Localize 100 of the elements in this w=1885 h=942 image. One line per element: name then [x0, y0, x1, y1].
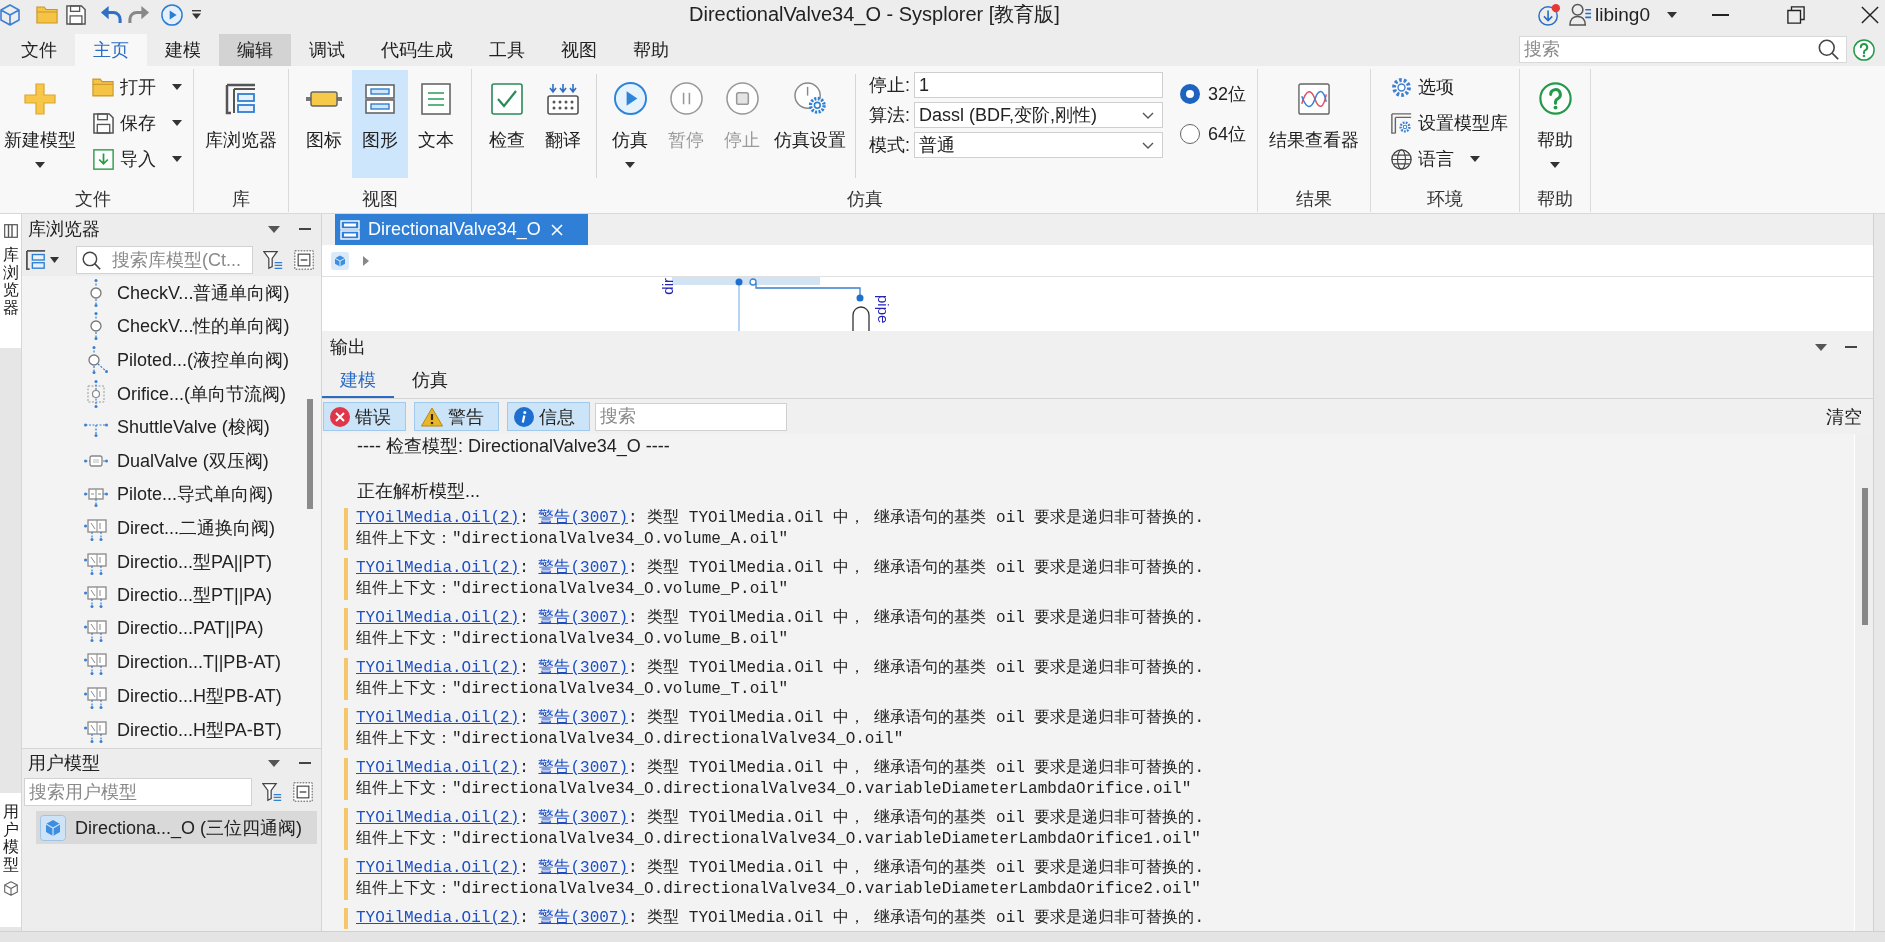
- log-link[interactable]: TYOilMedia.Oil(2): [356, 609, 520, 627]
- library-item[interactable]: Direction...T||PB-AT): [22, 645, 321, 680]
- caret-icon[interactable]: [268, 225, 280, 233]
- port-dot-icon[interactable]: [856, 294, 864, 302]
- user-icon[interactable]: [1569, 3, 1593, 26]
- log-link[interactable]: TYOilMedia.Oil(2): [356, 759, 520, 777]
- dropdown-field[interactable]: 普通: [914, 132, 1163, 158]
- library-item[interactable]: Pilote...导式单向阀): [22, 477, 321, 512]
- filter-icon[interactable]: [262, 782, 282, 802]
- ribbon-button[interactable]: 新建模型: [0, 70, 80, 178]
- input-field[interactable]: 1: [914, 72, 1163, 98]
- library-item[interactable]: Directio...PAT||PA): [22, 611, 321, 646]
- scrollbar-thumb[interactable]: [307, 399, 313, 509]
- log-link[interactable]: 警告(3007): [538, 559, 629, 577]
- help-icon[interactable]: [1853, 39, 1875, 61]
- log-link[interactable]: TYOilMedia.Oil(2): [356, 859, 520, 877]
- menu-tab[interactable]: 工具: [471, 34, 543, 66]
- library-item[interactable]: CheckV...普通单向阀): [22, 276, 321, 310]
- ribbon-button[interactable]: 语言: [1386, 141, 1513, 177]
- port-dot-icon[interactable]: [735, 278, 743, 286]
- log-link[interactable]: 警告(3007): [538, 609, 629, 627]
- log-link[interactable]: 警告(3007): [538, 659, 629, 677]
- minimize-icon[interactable]: [1712, 13, 1729, 16]
- library-item[interactable]: Directio...型PT||PA): [22, 578, 321, 612]
- search-field[interactable]: 搜索库模型(Ct...: [76, 246, 253, 274]
- triangle-right-icon[interactable]: [363, 255, 369, 266]
- minus-square-icon[interactable]: [294, 250, 314, 270]
- port-ring-icon[interactable]: [749, 278, 757, 286]
- caret-icon[interactable]: [1815, 343, 1827, 351]
- log-link[interactable]: TYOilMedia.Oil(2): [356, 709, 520, 727]
- log-link[interactable]: 警告(3007): [538, 809, 629, 827]
- ribbon-button[interactable]: 仿真设置: [770, 70, 850, 178]
- ribbon-button[interactable]: 图形: [352, 70, 408, 178]
- menu-tab[interactable]: 建模: [147, 34, 219, 66]
- log-link[interactable]: TYOilMedia.Oil(2): [356, 509, 520, 527]
- clear-action[interactable]: 清空: [1826, 404, 1862, 429]
- search-field[interactable]: 搜索: [1519, 36, 1847, 63]
- restore-icon[interactable]: [1786, 5, 1805, 24]
- caret-icon[interactable]: [192, 10, 201, 19]
- caret-icon[interactable]: [1667, 11, 1677, 18]
- library-item[interactable]: Direct...二通换向阀): [22, 511, 321, 545]
- model-item[interactable]: Directiona..._O (三位四通阀): [36, 811, 317, 844]
- log-link[interactable]: TYOilMedia.Oil(2): [356, 809, 520, 827]
- download-icon[interactable]: [1538, 3, 1561, 26]
- log-link[interactable]: 警告(3007): [538, 759, 629, 777]
- undo-icon[interactable]: [100, 5, 122, 24]
- log-link[interactable]: TYOilMedia.Oil(2): [356, 659, 520, 677]
- filter-icon[interactable]: [263, 250, 283, 270]
- caret-icon[interactable]: [268, 759, 280, 767]
- cube-icon[interactable]: [331, 251, 349, 270]
- library-item[interactable]: Directio...H型PA-BT): [22, 712, 321, 747]
- library-item[interactable]: DualValve (双压阀): [22, 443, 321, 478]
- ribbon-button[interactable]: 结果查看器: [1265, 70, 1364, 178]
- radio-button[interactable]: 32位: [1180, 81, 1247, 107]
- redo-icon[interactable]: [128, 5, 150, 24]
- ribbon-button[interactable]: 帮助: [1527, 70, 1584, 178]
- document-tab[interactable]: DirectionalValve34_O: [335, 214, 588, 245]
- ribbon-button[interactable]: 检查: [479, 70, 535, 178]
- scrollbar-thumb[interactable]: [1862, 488, 1868, 625]
- library-item[interactable]: Directio...型PA||PT): [22, 544, 321, 579]
- dropdown-field[interactable]: Dassl (BDF,变阶,刚性): [914, 102, 1163, 128]
- output-tab[interactable]: 建模: [322, 363, 394, 398]
- filter-button[interactable]: 信息: [507, 402, 590, 431]
- log-link[interactable]: 警告(3007): [538, 509, 629, 527]
- log-link[interactable]: 警告(3007): [538, 859, 629, 877]
- ribbon-button[interactable]: 仿真: [602, 70, 658, 178]
- minus-square-icon[interactable]: [293, 782, 313, 802]
- search-field[interactable]: 搜索: [595, 402, 787, 431]
- menu-tab[interactable]: 编辑: [219, 34, 291, 66]
- output-tab[interactable]: 仿真: [394, 363, 466, 398]
- side-tab[interactable]: 用户模型: [0, 793, 21, 927]
- ribbon-button[interactable]: 设置模型库: [1386, 105, 1513, 141]
- ribbon-button[interactable]: 文本: [408, 70, 464, 178]
- search-field[interactable]: 搜索用户模型: [24, 778, 252, 806]
- ribbon-button[interactable]: 选项: [1386, 69, 1513, 105]
- menu-tab[interactable]: 视图: [543, 34, 615, 66]
- menu-tab[interactable]: 主页: [75, 34, 147, 66]
- menu-tab[interactable]: 帮助: [615, 34, 687, 66]
- caret-icon[interactable]: [50, 257, 59, 263]
- library-item[interactable]: CheckV...性的单向阀): [22, 309, 321, 344]
- library-item[interactable]: Orifice...(单向节流阀): [22, 376, 321, 411]
- log-link[interactable]: TYOilMedia.Oil(2): [356, 559, 520, 577]
- library-item[interactable]: Directio...H型PB-AT): [22, 679, 321, 713]
- menu-tab[interactable]: 调试: [291, 34, 363, 66]
- log-link[interactable]: TYOilMedia.Oil(2): [356, 909, 520, 927]
- ribbon-button[interactable]: 导入: [88, 141, 186, 177]
- filter-button[interactable]: 错误: [323, 402, 406, 431]
- menu-tab[interactable]: 代码生成: [363, 34, 471, 66]
- library-item[interactable]: Piloted...(液控单向阀): [22, 343, 321, 377]
- filter-button[interactable]: 警告: [414, 402, 499, 431]
- ribbon-button[interactable]: 图标: [296, 70, 352, 178]
- pipe-component[interactable]: [852, 306, 870, 331]
- log-link[interactable]: 警告(3007): [538, 709, 629, 727]
- panel-layout-icon[interactable]: [26, 250, 46, 270]
- log-link[interactable]: 警告(3007): [538, 909, 629, 927]
- close-icon[interactable]: [1861, 5, 1879, 24]
- ribbon-button[interactable]: 库浏览器: [201, 70, 281, 178]
- ribbon-button[interactable]: 保存: [88, 105, 186, 141]
- side-tab[interactable]: 库浏览器: [0, 214, 21, 348]
- play-icon[interactable]: [161, 3, 183, 26]
